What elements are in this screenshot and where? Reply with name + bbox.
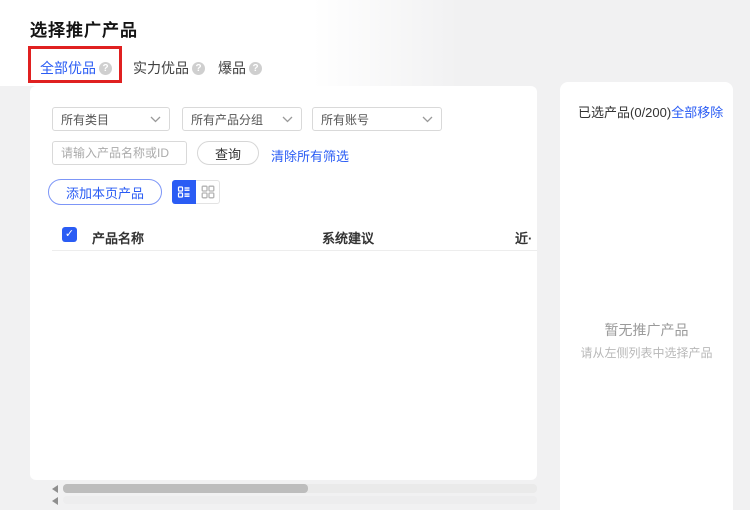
account-select[interactable]: 所有账号 [312,107,442,131]
help-icon[interactable]: ? [249,62,262,75]
tab-all-quality-products[interactable]: 全部优品 ? [40,58,112,78]
tab-strength-quality-products[interactable]: 实力优品 ? [133,58,205,78]
category-select-value: 所有类目 [61,111,146,128]
product-group-select[interactable]: 所有产品分组 [182,107,302,131]
column-header-recent: 近· [515,228,532,247]
scroll-left-arrow-icon[interactable] [52,497,58,505]
selected-products-count: (0/200) [630,105,671,120]
view-toggle [172,180,220,204]
query-button[interactable]: 查询 [197,141,259,165]
product-search-input[interactable] [52,141,187,165]
tab-label: 全部优品 [40,58,96,78]
tab-label: 爆品 [218,58,246,78]
column-header-product-name: 产品名称 [92,228,144,247]
page-title: 选择推广产品 [30,16,138,41]
scroll-left-arrow-icon[interactable] [52,485,58,493]
select-all-checkbox[interactable]: ✓ [62,227,77,242]
category-select[interactable]: 所有类目 [52,107,170,131]
product-list-panel: 所有类目 所有产品分组 所有账号 查询 清除所有筛选 添加本页产品 [30,86,537,480]
chevron-down-icon [150,116,161,123]
checkmark-icon: ✓ [65,228,74,240]
list-view-icon [177,185,191,199]
add-page-products-button[interactable]: 添加本页产品 [48,179,162,205]
empty-state-hint: 请从左侧列表中选择产品 [560,344,733,361]
table-header-row: ✓ 产品名称 系统建议 近· [30,226,537,246]
chevron-down-icon [282,116,293,123]
horizontal-scrollbar-thumb[interactable] [63,484,308,493]
column-header-system-suggestion: 系统建议 [322,228,374,247]
remove-all-link[interactable]: 全部移除 [671,105,723,120]
empty-state-title: 暂无推广产品 [560,320,733,340]
table-header-divider [52,250,537,251]
account-select-value: 所有账号 [321,111,418,128]
grid-view-icon [201,185,215,199]
tab-hot-products[interactable]: 爆品 ? [218,58,262,78]
grid-view-toggle[interactable] [196,180,220,204]
horizontal-scrollbar-track[interactable] [63,496,537,504]
product-group-select-value: 所有产品分组 [191,111,278,128]
help-icon[interactable]: ? [192,62,205,75]
help-icon[interactable]: ? [99,62,112,75]
tab-label: 实力优品 [133,58,189,78]
clear-all-filters-link[interactable]: 清除所有筛选 [271,146,349,165]
list-view-toggle[interactable] [172,180,196,204]
selected-products-label: 已选产品 [578,105,630,120]
selected-products-header: 已选产品(0/200)全部移除 [578,102,723,121]
selected-products-panel: 已选产品(0/200)全部移除 暂无推广产品 请从左侧列表中选择产品 [560,82,733,510]
chevron-down-icon [422,116,433,123]
